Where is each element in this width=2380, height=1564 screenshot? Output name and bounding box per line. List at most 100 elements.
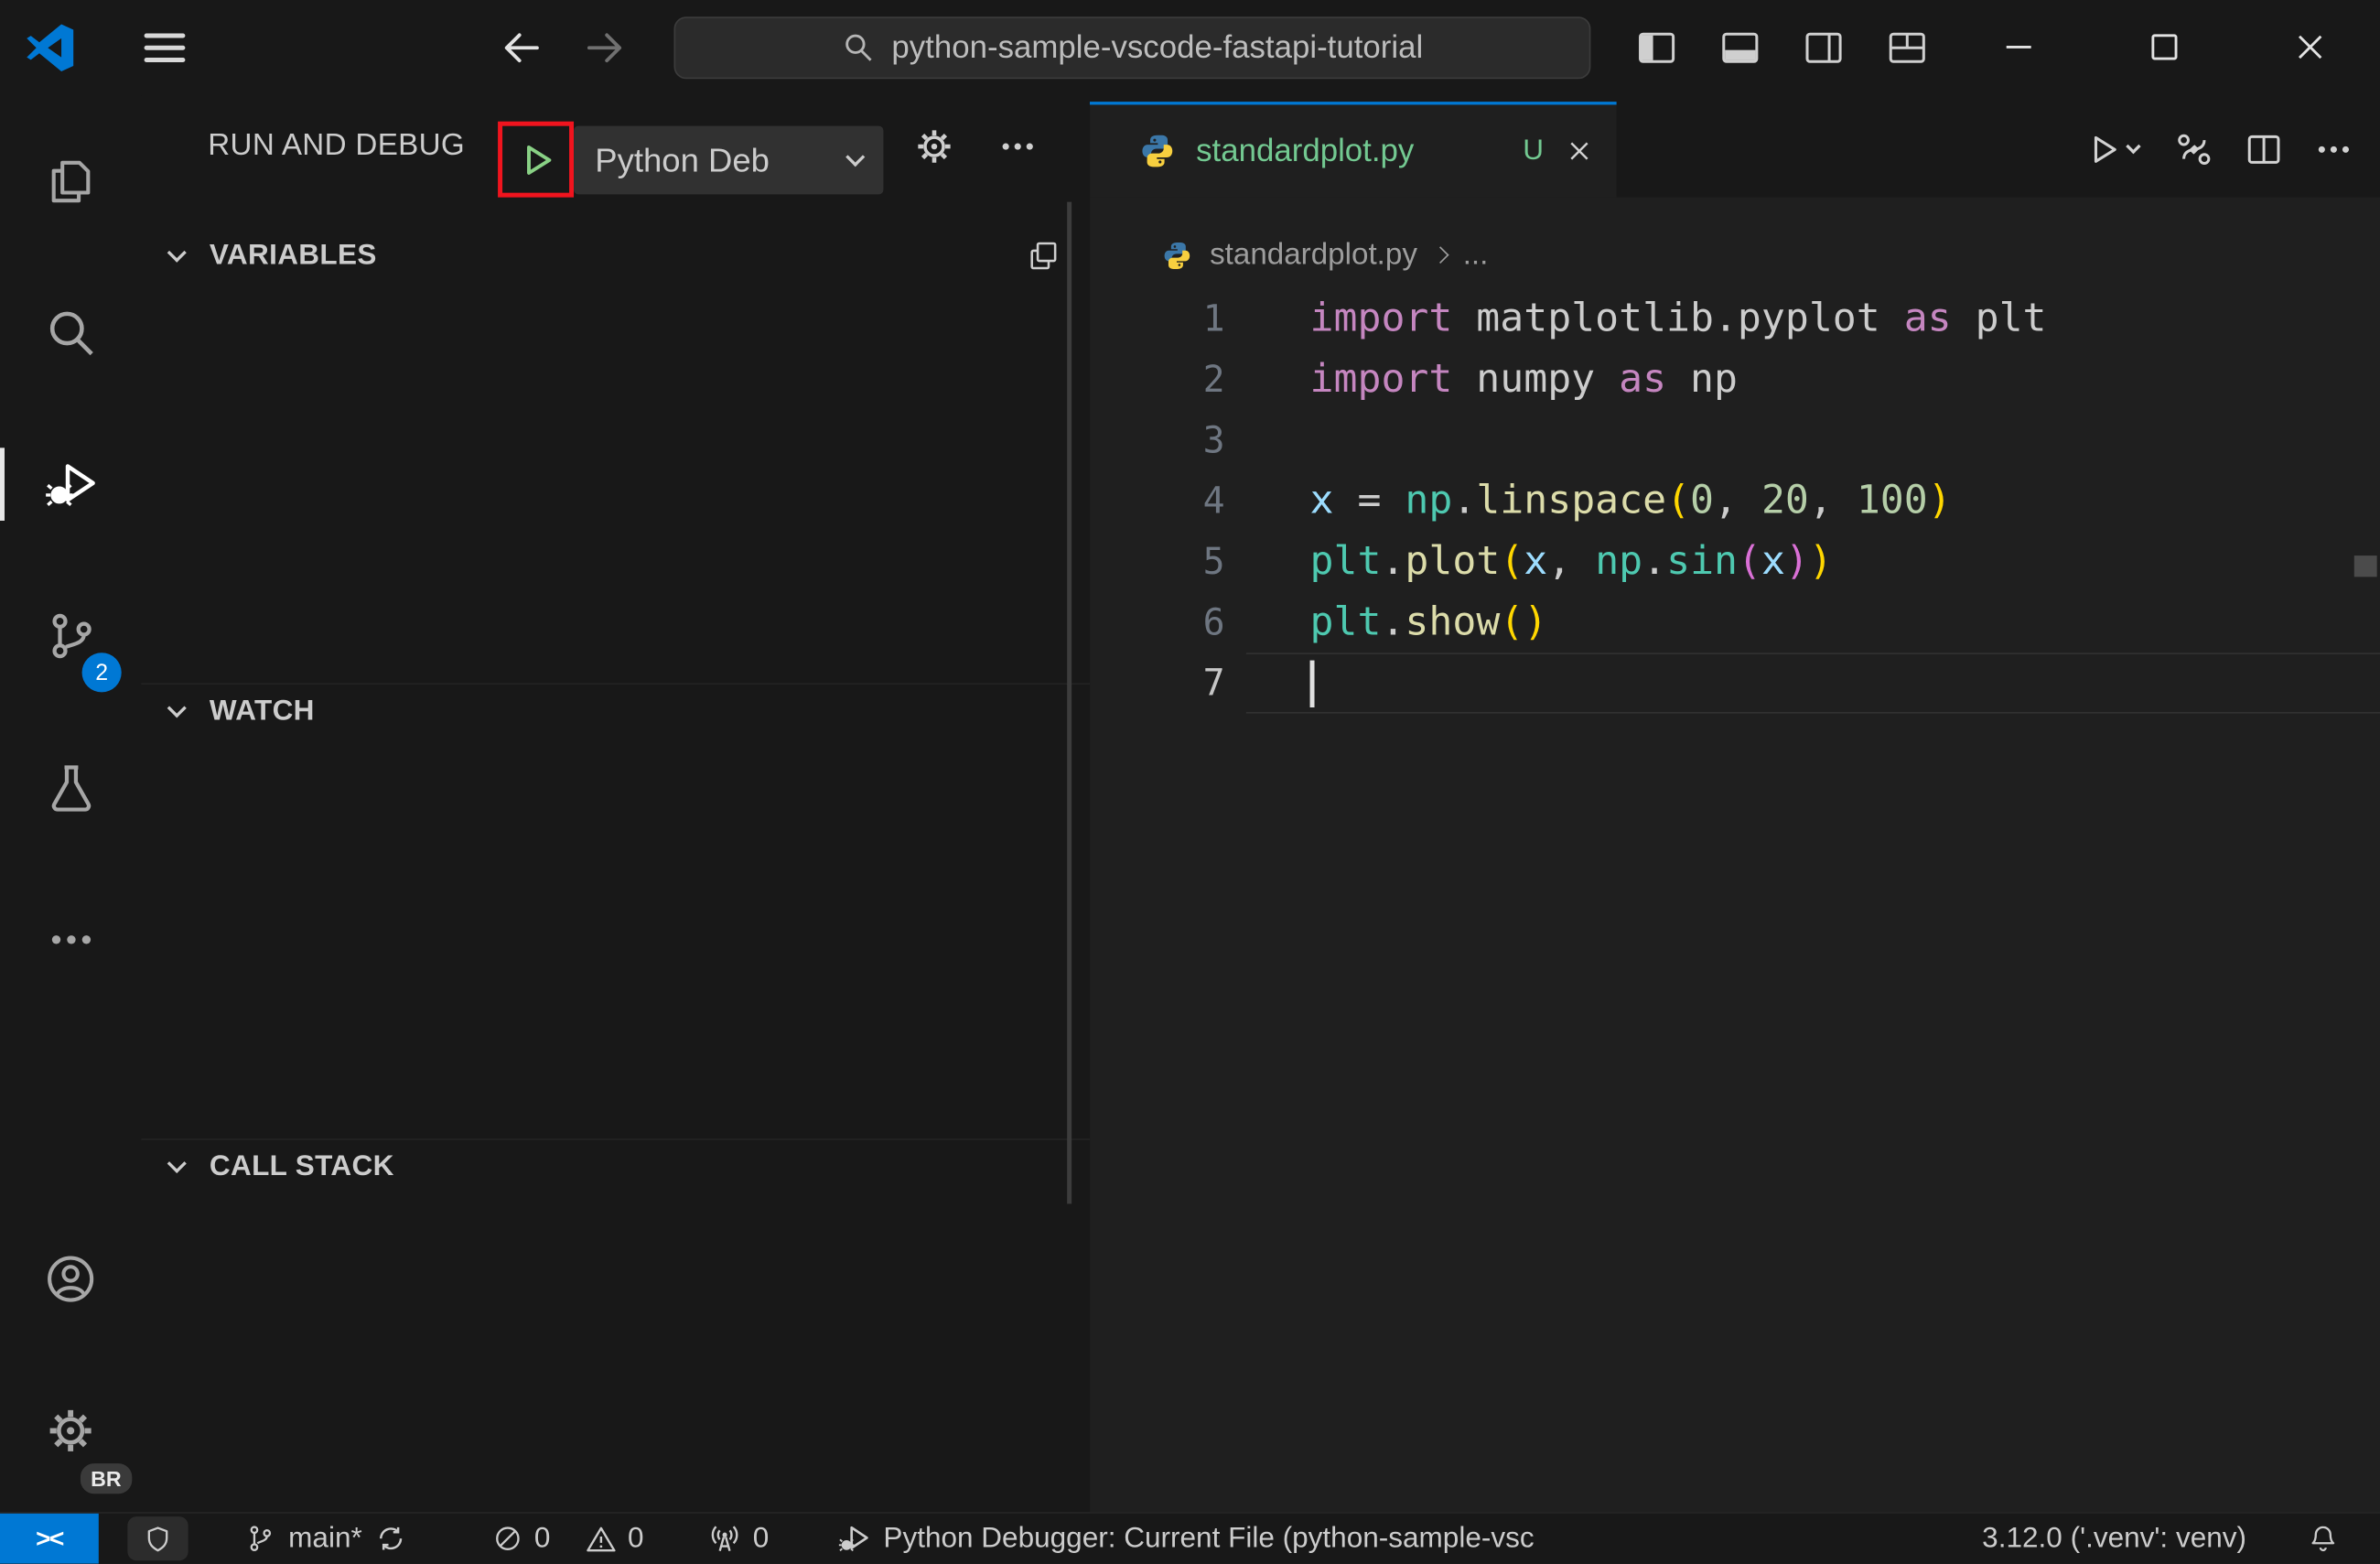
gear-icon <box>911 124 955 167</box>
code-line-7[interactable]: 7 <box>1090 653 2380 714</box>
close-button[interactable] <box>2278 16 2342 80</box>
search-icon <box>842 30 877 65</box>
tab-standardplot[interactable]: standardplot.py U <box>1090 102 1617 198</box>
line-number: 3 <box>1202 418 1225 462</box>
code-line-3[interactable]: 3 <box>1090 410 2380 470</box>
watch-section-header[interactable]: WATCH <box>141 683 1091 739</box>
editor-more-actions-button[interactable] <box>2298 114 2367 184</box>
line-number: 1 <box>1202 297 1225 340</box>
shield-icon <box>143 1524 173 1554</box>
python-version: 3.12.0 ('.venv': venv) <box>1982 1521 2247 1554</box>
chevron-right-icon <box>1431 246 1449 264</box>
code-lines: 1 import matplotlib.pyplot as plt 2 import … <box>1090 288 2380 714</box>
code-line-1[interactable]: 1 import matplotlib.pyplot as plt <box>1090 288 2380 349</box>
debug-settings-button[interactable] <box>901 113 965 178</box>
more-views-button[interactable] <box>0 864 141 1016</box>
customize-layout-button[interactable] <box>1878 18 1935 76</box>
scrollbar-decoration[interactable] <box>2353 555 2377 577</box>
git-branch-button[interactable]: main* <box>244 1514 406 1564</box>
split-editor-icon <box>2243 129 2284 170</box>
beaker-icon <box>43 760 98 815</box>
vscode-window: python-sample-vscode-fastapi-tutorial 2 … <box>0 0 2380 1564</box>
editor-actions <box>2064 102 2368 198</box>
layout-sidebar-right-icon <box>1801 25 1845 69</box>
gear-icon <box>42 1402 98 1458</box>
variables-section-header[interactable]: VARIABLES <box>141 228 1090 284</box>
explorer-icon-button[interactable] <box>0 104 141 256</box>
debug-status-button[interactable]: Python Debugger: Current File (python-sa… <box>836 1514 1535 1564</box>
git-untracked-badge: U <box>1523 134 1544 167</box>
layout-sidebar-left-icon <box>1634 25 1678 69</box>
arrow-left-icon <box>497 24 544 70</box>
open-changes-button[interactable] <box>2159 114 2228 184</box>
chevron-down-icon <box>2126 138 2141 154</box>
customize-layout-icon <box>1884 25 1928 69</box>
notifications-button[interactable] <box>2295 1514 2350 1564</box>
problems-button[interactable]: 0 0 <box>491 1514 644 1564</box>
forward-button[interactable] <box>572 16 636 80</box>
code-editor[interactable]: 1 import matplotlib.pyplot as plt 2 import … <box>1090 288 2380 1512</box>
debug-more-actions-button[interactable] <box>985 113 1050 178</box>
source-control-icon <box>43 609 98 663</box>
line-number: 5 <box>1202 540 1225 583</box>
testing-icon-button[interactable] <box>0 712 141 864</box>
back-button[interactable] <box>489 16 553 80</box>
vscode-logo-icon <box>26 23 76 73</box>
minimize-button[interactable] <box>1987 16 2051 80</box>
breadcrumb-file: standardplot.py <box>1210 237 1417 272</box>
python-interpreter-button[interactable]: 3.12.0 ('.venv': venv) <box>1982 1514 2246 1564</box>
debug-icon <box>42 456 100 513</box>
maximize-icon <box>2145 27 2184 67</box>
code-line-5[interactable]: 5 plt.plot(x, np.sin(x)) <box>1090 532 2380 592</box>
debug-status-text: Python Debugger: Current File (python-sa… <box>883 1521 1535 1554</box>
minimize-icon <box>1999 27 2039 67</box>
code-line-4[interactable]: 4x = np.linspace(0, 20, 100) <box>1090 470 2380 531</box>
toggle-secondary-sidebar-button[interactable] <box>1794 18 1852 76</box>
debug-config-dropdown[interactable]: Python Deb <box>574 125 884 195</box>
settings-button[interactable]: BR <box>0 1354 141 1506</box>
debug-start-button[interactable] <box>505 129 565 189</box>
workspace-trust-button[interactable] <box>127 1516 188 1561</box>
ellipsis-icon <box>2312 129 2353 170</box>
code-line-2[interactable]: 2 import numpy as np <box>1090 350 2380 410</box>
toggle-primary-sidebar-button[interactable] <box>1627 18 1685 76</box>
code-line-6[interactable]: 6 plt.show() <box>1090 592 2380 653</box>
run-python-file-button[interactable] <box>2064 114 2159 184</box>
warning-count: 0 <box>628 1521 644 1554</box>
debug-config-label: Python Deb <box>595 140 770 178</box>
branch-name: main* <box>288 1521 362 1554</box>
search-icon-button[interactable] <box>0 256 141 408</box>
line-number: 4 <box>1202 480 1225 523</box>
account-button[interactable] <box>0 1203 141 1354</box>
editor-group: standardplot.py U standardplot.py ... 1 … <box>1090 95 2380 1513</box>
call-stack-section-header[interactable]: CALL STACK <box>141 1138 1091 1194</box>
source-control-icon-button[interactable]: 2 <box>0 560 141 712</box>
line-number: 7 <box>1202 662 1225 705</box>
close-icon <box>1563 135 1595 167</box>
line-number: 2 <box>1202 358 1225 401</box>
profile-badge: BR <box>80 1463 133 1494</box>
search-icon <box>42 305 98 361</box>
copy-icon[interactable] <box>1020 233 1066 279</box>
toggle-panel-button[interactable] <box>1710 18 1768 76</box>
status-bar: >< main* 0 0 0 Python Debugger: Current … <box>0 1512 2380 1564</box>
menu-button[interactable] <box>134 20 194 76</box>
section-label: CALL STACK <box>209 1150 394 1183</box>
command-center-search[interactable]: python-sample-vscode-fastapi-tutorial <box>673 16 1591 80</box>
tab-filename: standardplot.py <box>1196 133 1415 168</box>
split-editor-button[interactable] <box>2228 114 2298 184</box>
section-label: WATCH <box>209 695 315 728</box>
annotation-highlight-box <box>498 121 575 198</box>
sidebar-scrollbar[interactable] <box>1067 201 1072 1204</box>
tab-close-button[interactable] <box>1553 125 1604 177</box>
breadcrumb[interactable]: standardplot.py ... <box>1090 225 2380 286</box>
chevron-down-icon <box>167 1153 187 1174</box>
error-icon <box>491 1523 523 1555</box>
ports-button[interactable]: 0 <box>707 1514 769 1564</box>
bell-icon <box>2307 1523 2339 1555</box>
maximize-button[interactable] <box>2133 16 2197 80</box>
run-debug-icon-button[interactable] <box>0 408 141 560</box>
run-and-debug-panel: RUN AND DEBUG Python Deb VARIABLES WATCH… <box>141 95 1091 1513</box>
remote-indicator-button[interactable]: >< <box>0 1513 99 1564</box>
account-icon <box>42 1250 98 1306</box>
